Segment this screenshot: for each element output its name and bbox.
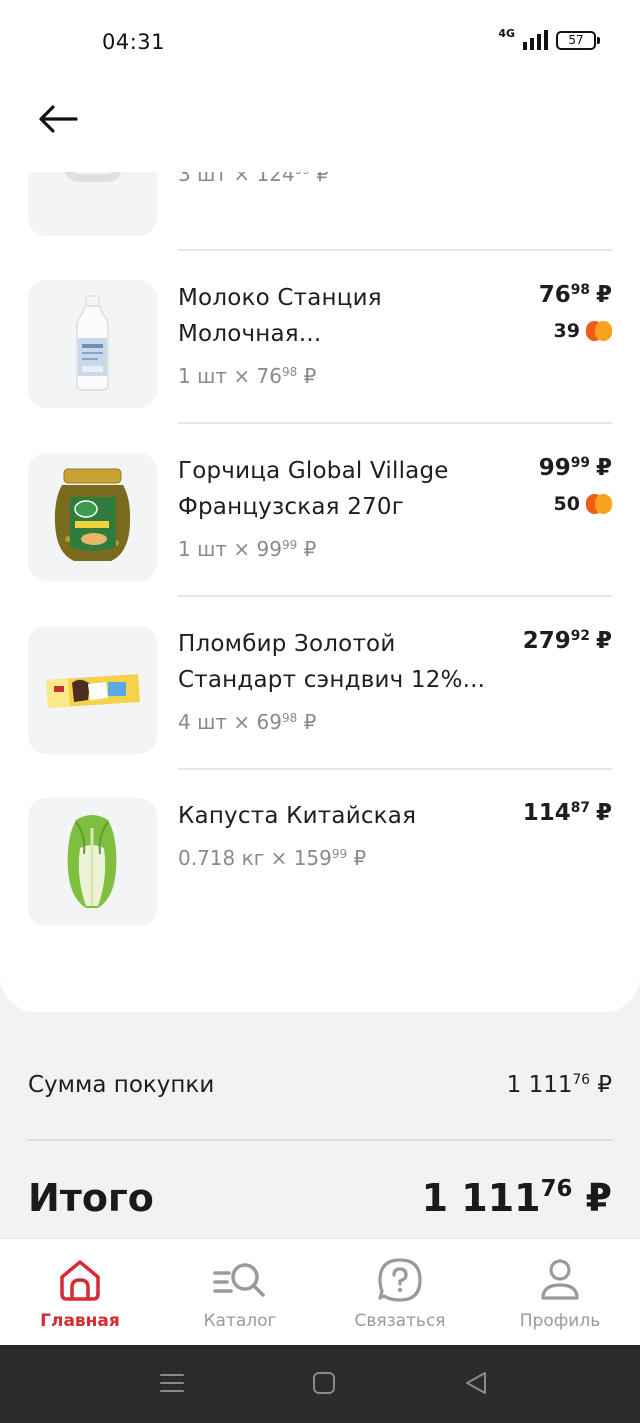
- back-button[interactable]: [36, 102, 80, 136]
- tab-label: Каталог: [203, 1311, 277, 1331]
- tab-catalog[interactable]: Каталог: [160, 1239, 320, 1345]
- bonus-coin-icon: [586, 321, 612, 341]
- tab-contact[interactable]: Связаться: [320, 1239, 480, 1345]
- item-quantity: 0.718 кг × 15999 ₽: [178, 846, 367, 870]
- header: [0, 90, 640, 172]
- list-item[interactable]: Горчица Global Village Французская 270г …: [0, 453, 640, 613]
- profile-icon: [541, 1259, 579, 1300]
- bonus-points: 39: [554, 320, 612, 342]
- item-price: 7698 ₽: [538, 282, 612, 308]
- item-quantity: 1 шт × 9999 ₽: [178, 537, 317, 561]
- network-type: 4G: [498, 26, 515, 40]
- signal-icon: [523, 30, 548, 50]
- home-system-button[interactable]: [312, 1371, 336, 1399]
- status-time: 04:31: [102, 30, 166, 54]
- back-system-button[interactable]: [464, 1371, 488, 1399]
- tab-label: Связаться: [354, 1311, 446, 1331]
- product-image: [28, 280, 157, 408]
- help-chat-icon: [378, 1258, 422, 1302]
- cart-items-card: 3 шт × 12499 ₽ Молоко Станция Молочная..…: [0, 150, 640, 1012]
- tab-home[interactable]: Главная: [0, 1239, 160, 1345]
- home-icon: [60, 1260, 100, 1301]
- square-icon: [313, 1372, 335, 1394]
- list-item[interactable]: Молоко Станция Молочная... 1 шт × 7698 ₽…: [0, 280, 640, 440]
- item-name: Молоко Станция Молочная...: [178, 285, 382, 347]
- list-item[interactable]: Пломбир Золотой Стандарт сэндвич 12%... …: [0, 626, 640, 786]
- subtotal-value: 1 11176 ₽: [506, 1071, 612, 1098]
- chinese-cabbage-image: [67, 815, 117, 908]
- arrow-left-icon: [39, 105, 78, 133]
- status-bar: 04:31 4G 57: [0, 0, 640, 90]
- bonus-coin-icon: [586, 494, 612, 514]
- triangle-back-icon: [466, 1372, 486, 1394]
- divider: [28, 1139, 612, 1141]
- product-image: [28, 453, 157, 581]
- divider: [178, 768, 612, 770]
- recents-button[interactable]: [160, 1371, 184, 1399]
- bonus-points: 50: [554, 493, 612, 515]
- divider: [178, 249, 612, 251]
- product-image: [28, 798, 157, 926]
- catalog-search-icon: [213, 1263, 265, 1297]
- item-name: Капуста Китайская: [178, 803, 417, 829]
- total-row: Итого 1 11176 ₽: [28, 1176, 612, 1220]
- system-navigation-bar: [0, 1345, 640, 1423]
- item-name: Горчица Global Village Французская 270г: [178, 458, 449, 520]
- subtotal-row: Сумма покупки 1 11176 ₽: [28, 1072, 612, 1098]
- item-name: Пломбир Золотой Стандарт сэндвич 12%...: [178, 631, 486, 693]
- total-label: Итого: [28, 1176, 154, 1220]
- tab-profile[interactable]: Профиль: [480, 1239, 640, 1345]
- item-price: 27992 ₽: [522, 628, 612, 654]
- milk-bottle-image: [76, 295, 109, 391]
- menu-icon: [160, 1374, 184, 1392]
- mustard-jar-image: [54, 468, 131, 561]
- battery-icon: 57: [556, 30, 600, 50]
- list-item[interactable]: Капуста Китайская 0.718 кг × 15999 ₽ 114…: [0, 798, 640, 958]
- item-price: 11487 ₽: [522, 800, 612, 826]
- status-indicators: 4G 57: [498, 26, 600, 50]
- total-value: 1 11176 ₽: [421, 1176, 612, 1220]
- item-price: 9999 ₽: [538, 455, 612, 481]
- divider: [178, 422, 612, 424]
- item-quantity: 1 шт × 7698 ₽: [178, 364, 317, 388]
- bottom-tab-bar: Главная Каталог Связаться Профиль: [0, 1238, 640, 1345]
- item-quantity: 4 шт × 6998 ₽: [178, 710, 317, 734]
- product-image: [28, 626, 157, 754]
- tab-label: Главная: [40, 1311, 120, 1331]
- tab-label: Профиль: [519, 1311, 601, 1331]
- divider: [178, 595, 612, 597]
- subtotal-label: Сумма покупки: [28, 1072, 215, 1098]
- ice-cream-sandwich-image: [46, 674, 140, 708]
